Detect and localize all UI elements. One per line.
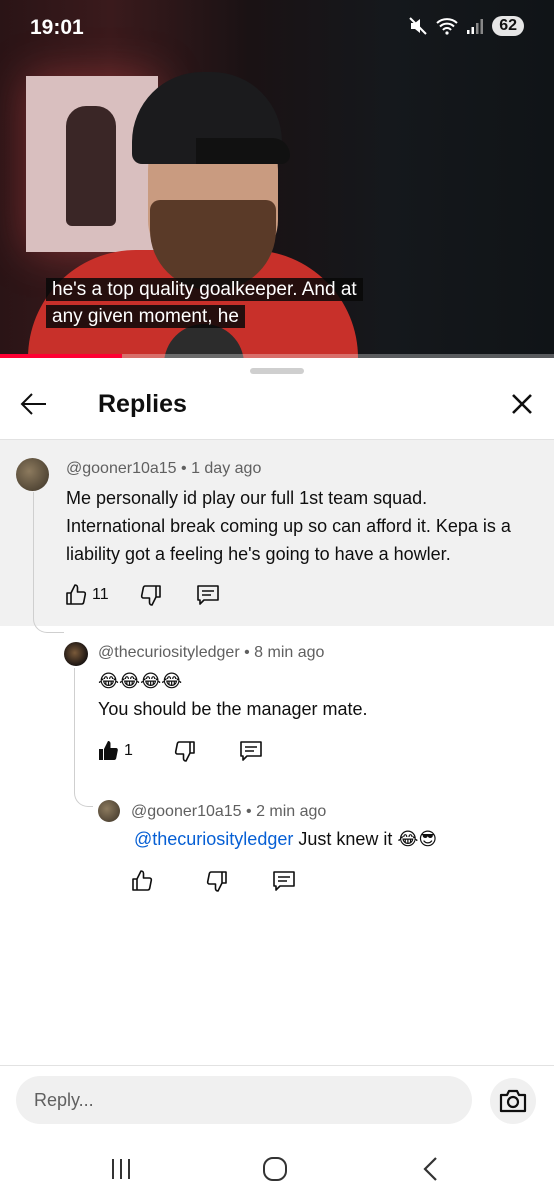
- comment-text: You should be the manager mate.: [98, 699, 368, 719]
- close-icon: [512, 394, 532, 414]
- thumbs-up-filled-icon: [99, 741, 118, 760]
- comment-emoji: 😂😂😂😂: [98, 671, 183, 691]
- status-icons: 62: [408, 16, 524, 36]
- home-icon: [263, 1157, 287, 1181]
- comment-actions: 11: [64, 582, 221, 608]
- comment-author[interactable]: @thecuriosityledger: [98, 644, 240, 661]
- comment-meta: @thecuriosityledger • 8 min ago: [98, 644, 325, 661]
- like-button[interactable]: 11: [64, 583, 109, 607]
- camera-button[interactable]: [490, 1078, 536, 1124]
- battery-indicator: 62: [492, 16, 524, 36]
- thumbs-down-icon: [174, 741, 195, 762]
- video-caption: he's a top quality goalkeeper. And at an…: [46, 276, 363, 330]
- caption-line-2: any given moment, he: [46, 305, 245, 328]
- wifi-icon: [436, 18, 458, 35]
- like-button[interactable]: 1: [96, 739, 133, 763]
- like-count: 1: [124, 742, 133, 759]
- comment-text-rest: Just knew it 😂😎: [293, 829, 438, 849]
- recent-apps-icon: [112, 1159, 130, 1179]
- reply-input[interactable]: Reply...: [16, 1076, 472, 1124]
- home-button[interactable]: [260, 1154, 290, 1184]
- camera-icon: [499, 1089, 527, 1113]
- back-button[interactable]: [18, 388, 50, 420]
- dislike-button[interactable]: [205, 869, 229, 893]
- comment-age: 2 min ago: [256, 803, 327, 820]
- mute-icon: [409, 17, 427, 35]
- back-nav-button[interactable]: [416, 1154, 446, 1184]
- system-nav-bar: [0, 1140, 554, 1200]
- arrow-left-icon: [20, 393, 46, 415]
- status-time: 19:01: [30, 16, 84, 39]
- recent-apps-button[interactable]: [106, 1154, 136, 1184]
- comment-age: 1 day ago: [191, 460, 262, 477]
- chevron-left-icon: [423, 1157, 437, 1181]
- avatar[interactable]: [98, 800, 120, 822]
- dislike-button[interactable]: [173, 739, 197, 763]
- dislike-button[interactable]: [139, 583, 163, 607]
- thread-line: [74, 668, 93, 807]
- reply-button[interactable]: [238, 738, 264, 764]
- cap-brim: [196, 138, 290, 164]
- comment-icon: [196, 585, 219, 605]
- comment-meta: @gooner10a15 • 2 min ago: [131, 803, 327, 820]
- reply-button[interactable]: [271, 868, 297, 894]
- like-count: 11: [92, 586, 109, 603]
- comment-meta: @gooner10a15 • 1 day ago: [66, 460, 262, 477]
- wall-poster: [26, 76, 158, 252]
- replies-sheet: Replies @gooner10a15 • 1 day ago Me pers…: [0, 358, 554, 1200]
- thumbs-up-icon: [132, 870, 153, 891]
- close-button[interactable]: [508, 390, 536, 418]
- comment-icon: [240, 741, 262, 761]
- comment-author[interactable]: @gooner10a15: [131, 803, 242, 820]
- parent-comment: @gooner10a15 • 1 day ago Me personally i…: [0, 440, 554, 626]
- comment-age: 8 min ago: [254, 644, 325, 661]
- signal-icon: [467, 19, 484, 34]
- like-button[interactable]: [130, 869, 154, 893]
- thumbs-down-icon: [206, 871, 227, 892]
- avatar[interactable]: [16, 458, 49, 491]
- status-bar: 19:01 62: [0, 0, 554, 56]
- comment-actions: 1: [96, 738, 264, 764]
- comment-icon: [273, 871, 295, 891]
- comment-author[interactable]: @gooner10a15: [66, 460, 177, 477]
- comment-actions: [130, 868, 297, 894]
- page-title: Replies: [98, 390, 187, 418]
- replies-header: Replies: [0, 378, 554, 440]
- reply-divider: [0, 1065, 554, 1066]
- drag-handle[interactable]: [250, 368, 304, 374]
- reply-button[interactable]: [195, 582, 221, 608]
- comment-text: Me personally id play our full 1st team …: [66, 488, 511, 564]
- thread-line: [33, 492, 64, 633]
- thumbs-down-icon: [140, 585, 161, 606]
- thumbs-up-icon: [66, 584, 87, 605]
- mention-link[interactable]: @thecuriosityledger: [134, 829, 293, 849]
- comment-text: @thecuriosityledger Just knew it 😂😎: [134, 825, 437, 853]
- avatar[interactable]: [64, 642, 88, 666]
- caption-line-1: he's a top quality goalkeeper. And at: [46, 278, 363, 301]
